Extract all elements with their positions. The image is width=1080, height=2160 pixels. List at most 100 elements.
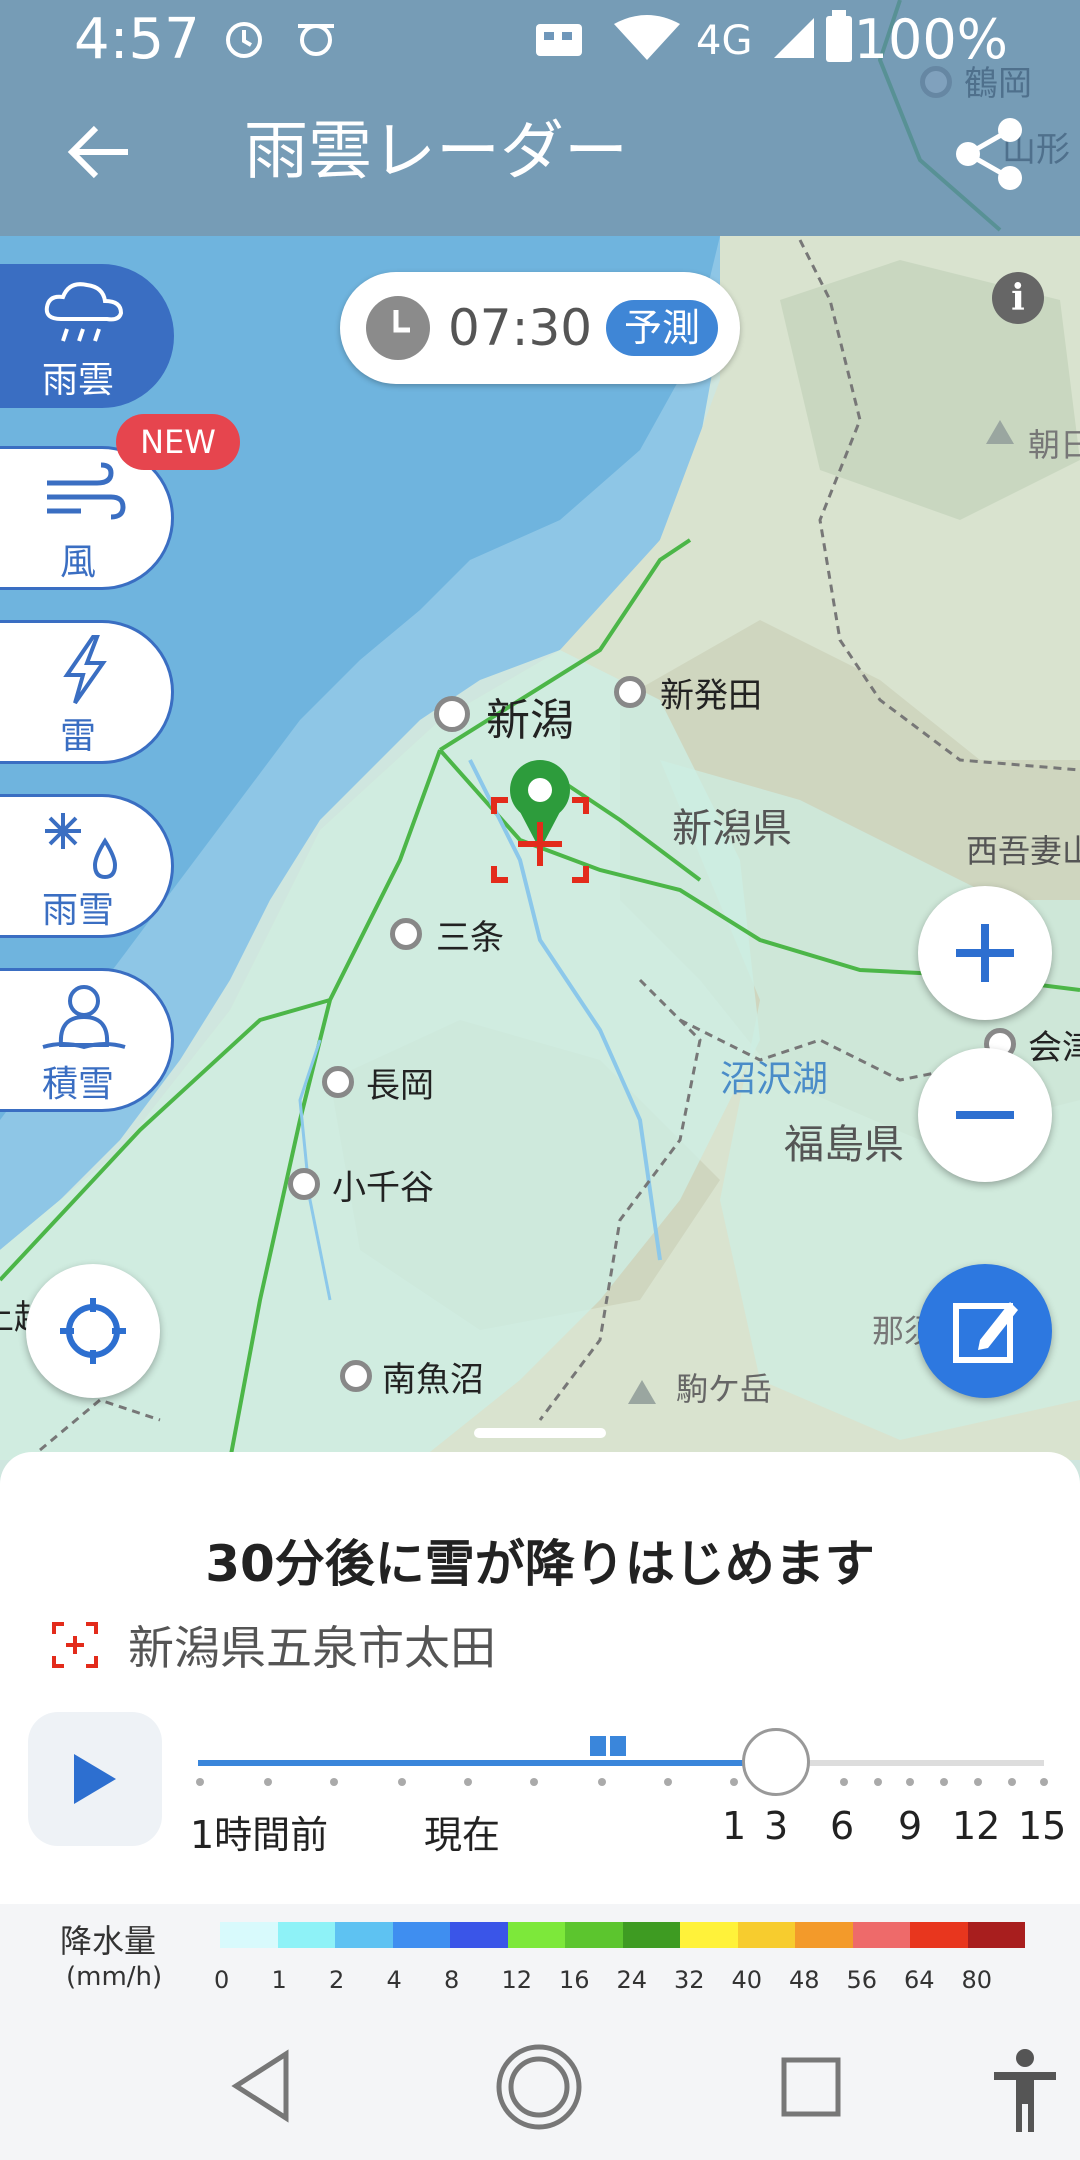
- plus-icon: [956, 924, 1014, 982]
- legend-value: 2: [329, 1966, 345, 1994]
- timeline-tick: [730, 1778, 738, 1786]
- timeline-tick: [330, 1778, 338, 1786]
- timeline-tick: [906, 1778, 914, 1786]
- accessibility-icon[interactable]: [990, 2046, 1060, 2136]
- layer-label: 風: [59, 542, 96, 583]
- city-dot: [614, 676, 646, 708]
- city-label[interactable]: 南魚沼: [382, 1352, 484, 1401]
- share-icon[interactable]: [948, 112, 1032, 196]
- timeline-tick: [398, 1778, 406, 1786]
- timeline-tick: [598, 1778, 606, 1786]
- nav-back-icon[interactable]: [226, 2046, 306, 2126]
- sleet-icon: [45, 813, 118, 879]
- rain-cloud-icon: [44, 282, 124, 342]
- timeline-label: 現在: [424, 1813, 501, 1857]
- legend-swatch: [795, 1922, 853, 1948]
- legend-swatch: [335, 1922, 393, 1948]
- layer-label: 積雪: [41, 1064, 114, 1105]
- play-icon: [74, 1754, 116, 1804]
- signal-icon: [774, 18, 814, 58]
- forecast-time-chip[interactable]: 07:30 予測: [340, 272, 740, 384]
- city-label[interactable]: 長岡: [366, 1058, 434, 1107]
- sheet-drag-handle[interactable]: [474, 1428, 606, 1438]
- city-label[interactable]: 小千谷: [332, 1160, 434, 1209]
- report-button[interactable]: [918, 1264, 1052, 1398]
- layer-button-sleet[interactable]: 雨雪: [0, 794, 174, 938]
- layer-button-snow-depth[interactable]: 積雪: [0, 968, 174, 1112]
- play-button[interactable]: [28, 1712, 162, 1846]
- layer-label: 雨雪: [41, 890, 114, 931]
- layer-button-thunder[interactable]: 雷: [0, 620, 174, 764]
- layer-button-rain[interactable]: 雨雲: [0, 264, 174, 408]
- mountain-label: 駒ケ岳: [676, 1370, 773, 1408]
- crosshair-icon: [60, 1298, 126, 1364]
- edit-icon: [953, 1302, 1018, 1363]
- my-location-button[interactable]: [26, 1264, 160, 1398]
- timeline-progress: [198, 1760, 776, 1766]
- timeline-tick: [874, 1778, 882, 1786]
- city-label[interactable]: 新潟: [486, 684, 574, 748]
- new-badge: NEW: [116, 414, 240, 470]
- legend-value: 24: [616, 1966, 648, 1994]
- zoom-out-button[interactable]: [918, 1048, 1052, 1182]
- timeline-track[interactable]: [198, 1760, 1044, 1766]
- city-label[interactable]: 西吾妻山: [966, 826, 1080, 872]
- timeline-label: 12: [952, 1804, 1001, 1848]
- timeline-tick: [840, 1778, 848, 1786]
- layer-label: 雷: [59, 716, 96, 757]
- alarm-icon: [226, 22, 262, 58]
- city-dot: [390, 918, 422, 950]
- timeline-marker: [590, 1736, 606, 1756]
- nav-home-icon[interactable]: [494, 2042, 584, 2132]
- legend-unit: (mm/h): [66, 1962, 163, 1992]
- legend-swatch: [565, 1922, 623, 1948]
- minus-icon: [956, 1111, 1014, 1119]
- timeline-tick: [1040, 1778, 1048, 1786]
- legend-swatch: [622, 1922, 680, 1948]
- nav-recents-icon[interactable]: [776, 2052, 846, 2122]
- city-dot: [340, 1360, 372, 1392]
- legend-swatch: [392, 1922, 450, 1948]
- timeline-tick: [664, 1778, 672, 1786]
- legend-value: 16: [559, 1966, 590, 1994]
- legend-value: 8: [444, 1966, 460, 1994]
- timeline-label: 15: [1018, 1804, 1067, 1848]
- legend-swatch: [852, 1922, 910, 1948]
- forecast-headline: 30分後に雪が降りはじめます: [205, 1535, 875, 1593]
- info-icon[interactable]: i: [992, 272, 1044, 324]
- timeline-tick: [1008, 1778, 1016, 1786]
- zoom-in-button[interactable]: [918, 886, 1052, 1020]
- legend-value: 4: [386, 1966, 402, 1994]
- city-label[interactable]: 三条: [436, 910, 504, 959]
- timeline-marker: [610, 1736, 626, 1756]
- city-label[interactable]: 新発田: [660, 668, 762, 717]
- wifi-icon: [614, 15, 680, 60]
- clock-icon: [366, 296, 430, 360]
- timeline-slider-handle[interactable]: [742, 1728, 810, 1796]
- prefecture-label: 福島県: [784, 1122, 904, 1168]
- legend-value: 12: [501, 1966, 533, 1994]
- legend-value: 1: [271, 1966, 287, 1994]
- timeline-tick: [264, 1778, 272, 1786]
- city-label[interactable]: 朝日: [1028, 420, 1080, 466]
- legend-swatch: [220, 1922, 278, 1948]
- legend-swatch: [967, 1922, 1025, 1948]
- timeline-label: 1: [722, 1804, 747, 1848]
- location-icon: [52, 1622, 98, 1668]
- timeline-tick: [940, 1778, 948, 1786]
- legend-swatch: [507, 1922, 565, 1948]
- wind-icon: [47, 462, 126, 520]
- lightning-icon: [63, 635, 107, 705]
- legend-value: 80: [961, 1966, 993, 1994]
- timeline-label: 6: [830, 1804, 855, 1848]
- arrow-back-icon[interactable]: [58, 112, 138, 192]
- legend-value: 64: [904, 1966, 935, 1994]
- layer-label: 雨雲: [41, 360, 114, 401]
- sim-icon: [536, 24, 582, 56]
- legend-swatch: [277, 1922, 335, 1948]
- legend-swatch: [450, 1922, 508, 1948]
- legend-value: 40: [731, 1966, 763, 1994]
- legend-value: 32: [674, 1966, 705, 1994]
- legend-value: 0: [214, 1966, 230, 1994]
- status-time: 4:57: [74, 7, 200, 72]
